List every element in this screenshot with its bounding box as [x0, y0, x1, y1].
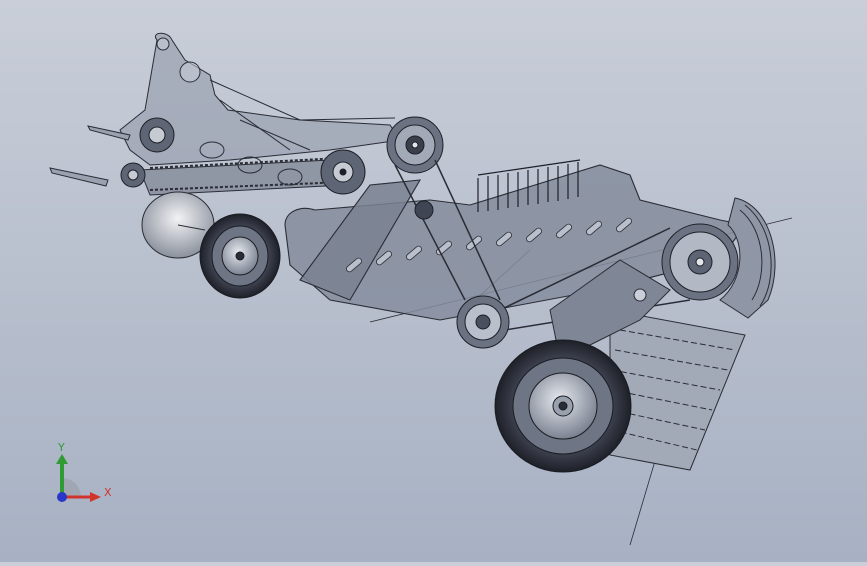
machine-model[interactable]: [0, 0, 867, 562]
x-axis-label: X: [104, 486, 112, 499]
z-axis-dot: [57, 492, 67, 502]
front-wheel: [199, 213, 281, 299]
x-axis-arrowhead: [90, 492, 101, 502]
coordinate-triad: [56, 454, 101, 502]
y-axis-label: Y: [58, 441, 65, 454]
top-pulley: [386, 116, 444, 174]
sieve-grate: [609, 309, 746, 471]
rear-wheel: [494, 339, 632, 473]
front-prongs: [49, 125, 131, 187]
rear-pulley: [661, 223, 739, 301]
y-axis-arrowhead: [56, 454, 68, 464]
cad-viewport[interactable]: X Y: [0, 0, 867, 562]
